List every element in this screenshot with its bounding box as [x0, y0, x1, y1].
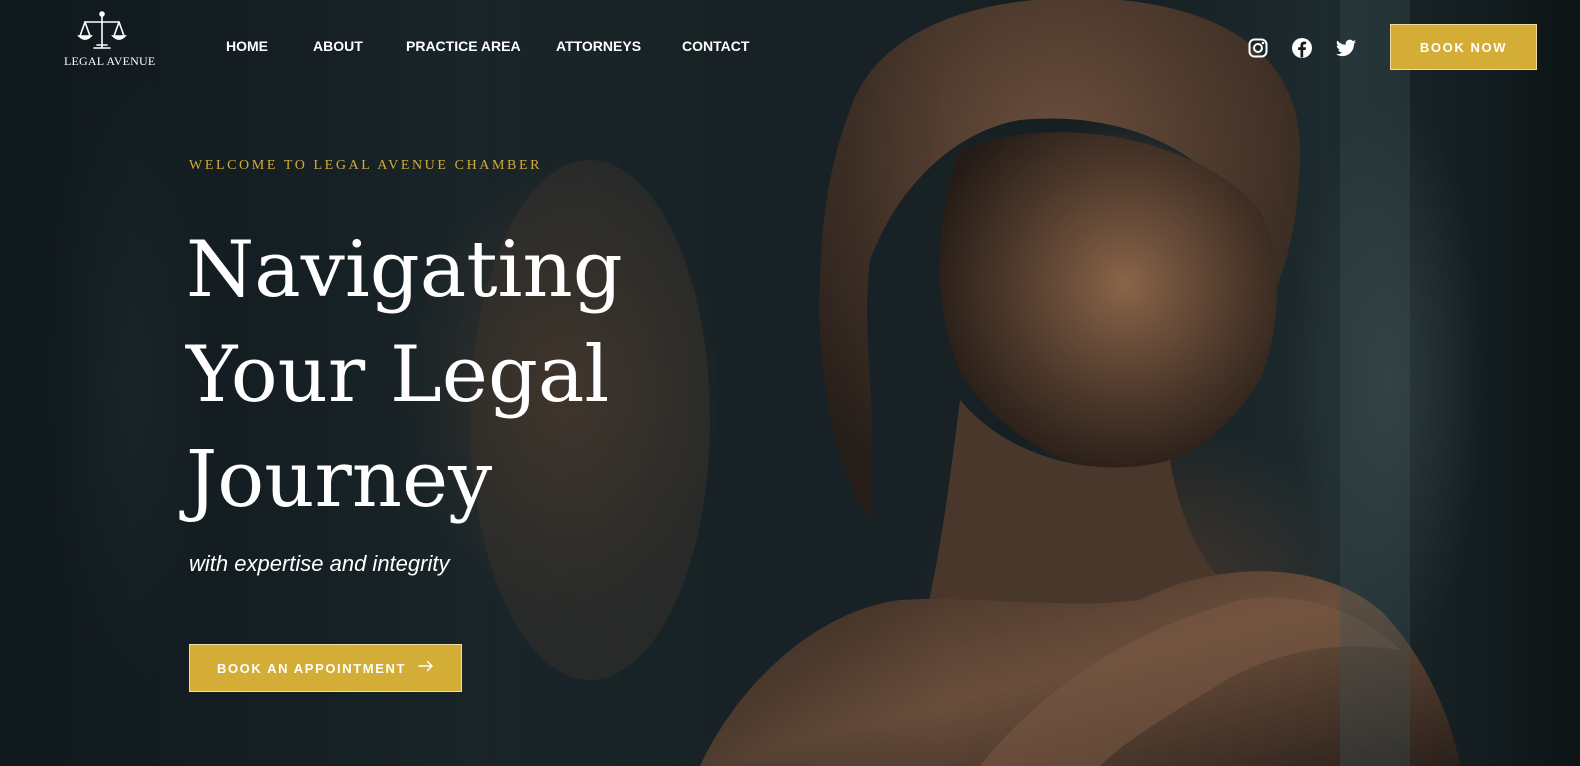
headline-line-2: Your Legal: [186, 330, 610, 420]
nav-home[interactable]: HOME: [226, 38, 268, 54]
arrow-right-icon: [418, 660, 434, 676]
book-appointment-button[interactable]: BOOK AN APPOINTMENT: [189, 644, 462, 692]
book-appointment-label: BOOK AN APPOINTMENT: [216, 660, 407, 676]
hero-headline: Navigating Your Legal Journey: [186, 218, 623, 533]
hero-subheading: with expertise and integrity: [189, 551, 450, 576]
facebook-icon[interactable]: [1291, 37, 1313, 59]
hero-eyebrow: WELCOME TO LEGAL AVENUE CHAMBER: [189, 158, 543, 173]
scales-of-justice-icon: [77, 11, 127, 49]
brand-logo[interactable]: LEGAL AVENUE: [64, 10, 156, 68]
nav-about[interactable]: ABOUT: [313, 38, 363, 54]
instagram-icon[interactable]: [1247, 37, 1269, 59]
twitter-icon[interactable]: [1335, 37, 1357, 59]
headline-line-1: Navigating: [186, 225, 623, 315]
nav-attorneys[interactable]: ATTORNEYS: [556, 38, 641, 54]
logo-wordmark: LEGAL AVENUE: [64, 54, 156, 68]
headline-line-3: Journey: [186, 435, 493, 525]
nav-practice-area[interactable]: PRACTICE AREA: [406, 38, 521, 54]
nav-contact[interactable]: CONTACT: [682, 38, 749, 54]
book-now-button[interactable]: BOOK NOW: [1390, 24, 1537, 70]
